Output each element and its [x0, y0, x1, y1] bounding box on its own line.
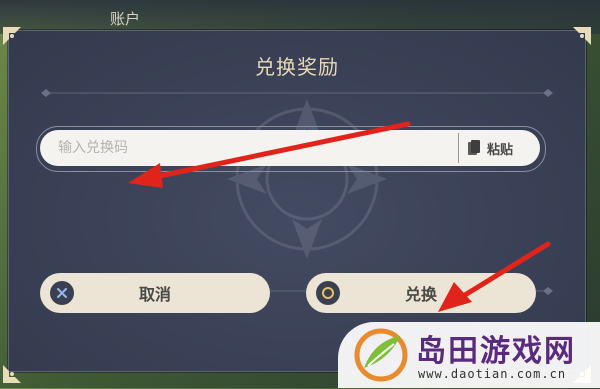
confirm-redeem-button[interactable]: 兑换 — [306, 273, 536, 313]
cancel-label: 取消 — [138, 285, 171, 304]
redeem-dialog: 兑换奖励 — [3, 27, 591, 383]
corner-ornament-icon — [571, 25, 593, 47]
background-top-bar: 账户 — [0, 0, 600, 34]
clipboard-icon — [468, 140, 480, 155]
corner-ornament-icon — [1, 363, 23, 385]
account-tab-label[interactable]: 账户 — [110, 8, 140, 29]
paste-button[interactable]: 粘贴 — [458, 133, 534, 163]
corner-ornament-icon — [1, 25, 23, 47]
cancel-button[interactable]: 取消 — [40, 273, 270, 313]
site-watermark: 岛田游戏网 www.daotian.com.cn — [338, 322, 600, 388]
watermark-site-name: 岛田游戏网 — [416, 334, 576, 369]
dialog-title: 兑换奖励 — [255, 55, 339, 79]
paste-label: 粘贴 — [487, 142, 514, 158]
emblem-watermark-icon — [227, 99, 387, 259]
circle-confirm-icon — [316, 281, 340, 305]
watermark-url: www.daotian.com.cn — [418, 367, 567, 381]
daotian-logo-icon — [354, 328, 408, 382]
confirm-label: 兑换 — [404, 285, 437, 304]
close-circle-icon — [50, 281, 74, 305]
